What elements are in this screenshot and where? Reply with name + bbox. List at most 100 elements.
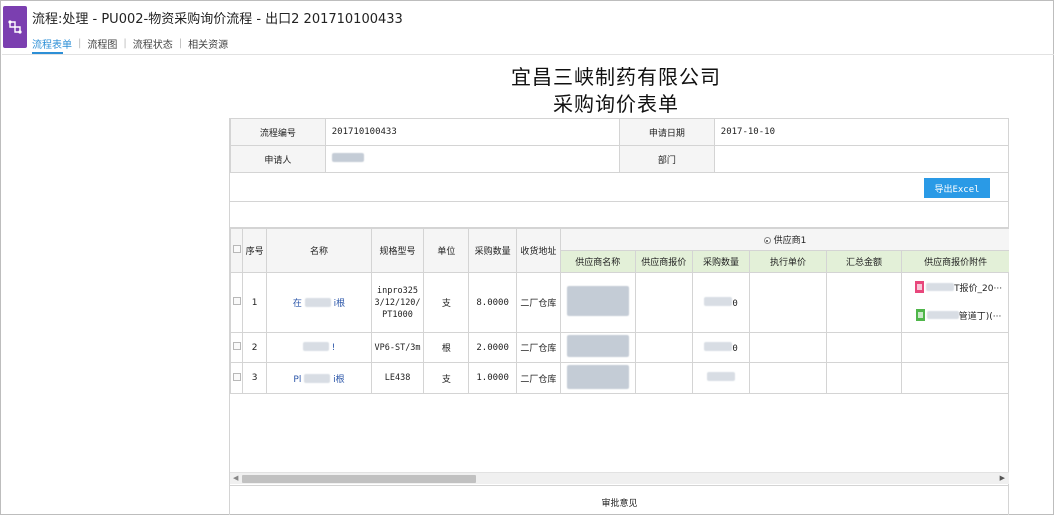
tab-flow-status[interactable]: 流程状态 xyxy=(133,36,173,51)
row-address: 二厂仓库 xyxy=(515,332,562,363)
col-attachment-header: 供应商报价附件 xyxy=(901,250,1009,273)
col-purchase-qty-header: 采购数量 xyxy=(691,250,751,273)
select-all-checkbox[interactable] xyxy=(230,228,244,273)
form-panel: 流程编号 201710100433 申请日期 2017-10-10 申请人 部门… xyxy=(229,118,1010,515)
row-qty: 2.0000 xyxy=(468,332,517,363)
window-title: 流程:处理 - PU002-物资采购询价流程 - 出口2 20171010043… xyxy=(32,12,403,27)
col-supplier-price-header: 供应商报价 xyxy=(634,250,693,273)
row-qty: 1.0000 xyxy=(468,362,517,394)
header-divider xyxy=(2,54,1054,55)
row-total xyxy=(825,332,903,363)
row-purchase-qty: 0 xyxy=(691,272,751,333)
row-spec: VP6-ST/3m xyxy=(370,332,425,363)
row-supplier-name xyxy=(560,272,636,333)
form-title: 采购询价表单 xyxy=(553,92,679,116)
table-row: 2 ! VP6-ST/3m 根 2.0000 二厂仓库 0 xyxy=(230,332,1009,363)
row-name[interactable]: Pl i根 xyxy=(266,362,372,394)
row-total xyxy=(825,272,903,333)
applicant-value xyxy=(324,145,621,173)
row-unit: 根 xyxy=(423,332,470,363)
info-table: 流程编号 201710100433 申请日期 2017-10-10 申请人 部门 xyxy=(230,118,1010,173)
workflow-logo-icon xyxy=(3,6,27,48)
supplier-group-header: 供应商1 xyxy=(560,228,1009,251)
tab-separator: | xyxy=(78,38,82,49)
toolbar-row: 导出Excel xyxy=(230,172,1009,202)
row-checkbox[interactable] xyxy=(230,332,244,363)
tab-separator: | xyxy=(123,38,127,49)
col-supplier-name-header: 供应商名称 xyxy=(560,250,636,273)
col-unit-header: 单位 xyxy=(423,228,470,273)
row-spec: LE438 xyxy=(370,362,425,394)
row-exec-price xyxy=(749,332,827,363)
row-exec-price xyxy=(749,362,827,394)
row-name-prefix: Pl xyxy=(293,374,302,385)
row-attachments xyxy=(901,332,1009,363)
items-grid: 序号 名称 规格型号 单位 采购数量 收货地址 供应商1 供应商名称 供应商报价… xyxy=(230,228,1009,421)
row-seq: 2 xyxy=(242,332,268,363)
row-purchase-qty xyxy=(691,362,751,394)
company-title: 宜昌三峡制药有限公司 xyxy=(511,65,721,89)
row-name-suffix: ! xyxy=(331,343,336,353)
scroll-left-icon[interactable]: ◀ xyxy=(233,474,238,482)
export-excel-button[interactable]: 导出Excel xyxy=(924,178,990,198)
col-spec-header: 规格型号 xyxy=(370,228,425,273)
row-address: 二厂仓库 xyxy=(515,362,562,394)
col-seq-header: 序号 xyxy=(242,228,268,273)
col-address-header: 收货地址 xyxy=(515,228,562,273)
row-seq: 3 xyxy=(242,362,268,394)
row-qty: 8.0000 xyxy=(468,272,517,333)
department-value xyxy=(713,145,1010,173)
supplier-radio-icon[interactable] xyxy=(763,237,771,244)
row-supplier-price xyxy=(634,332,693,363)
row-checkbox[interactable] xyxy=(230,362,244,394)
row-address: 二厂仓库 xyxy=(515,272,562,333)
row-supplier-name xyxy=(560,362,636,394)
row-name[interactable]: 在 i根 xyxy=(266,272,372,333)
attachment-link[interactable]: T报价_20··· xyxy=(908,275,1008,303)
pdf-file-icon xyxy=(915,280,925,293)
department-label: 部门 xyxy=(619,145,715,173)
attachment-link[interactable]: 管道丁)(··· xyxy=(908,303,1008,331)
row-unit: 支 xyxy=(423,362,470,394)
horizontal-scrollbar[interactable]: ◀ ▶ xyxy=(230,472,1009,484)
flow-no-label: 流程编号 xyxy=(230,118,326,146)
nav-tabs: 流程表单 | 流程图 | 流程状态 | 相关资源 xyxy=(32,36,228,51)
review-opinion-header: 审批意见 xyxy=(230,485,1009,515)
window-frame: 流程:处理 - PU002-物资采购询价流程 - 出口2 20171010043… xyxy=(0,0,1054,515)
row-unit: 支 xyxy=(423,272,470,333)
apply-date-label: 申请日期 xyxy=(619,118,715,146)
row-name[interactable]: ! xyxy=(266,332,372,363)
row-attachments: T报价_20··· 管道丁)(··· xyxy=(901,272,1009,333)
tab-related-resources[interactable]: 相关资源 xyxy=(188,36,228,51)
table-row: 3 Pl i根 LE438 支 1.0000 二厂仓库 xyxy=(230,362,1009,394)
row-seq: 1 xyxy=(242,272,268,333)
row-supplier-name xyxy=(560,332,636,363)
col-exec-price-header: 执行单价 xyxy=(749,250,827,273)
row-name-suffix: i根 xyxy=(333,374,345,385)
scrollbar-thumb[interactable] xyxy=(242,475,476,483)
applicant-label: 申请人 xyxy=(230,145,326,173)
row-supplier-price xyxy=(634,272,693,333)
tab-flow-form[interactable]: 流程表单 xyxy=(32,36,72,51)
col-qty-header: 采购数量 xyxy=(468,228,517,273)
supplier-group-label: 供应商1 xyxy=(773,236,807,246)
spacer-row xyxy=(230,202,1009,228)
excel-file-icon xyxy=(915,308,925,321)
row-name-suffix: i根 xyxy=(333,299,346,309)
apply-date-value: 2017-10-10 xyxy=(713,118,1010,146)
col-name-header: 名称 xyxy=(266,228,372,273)
row-purchase-qty: 0 xyxy=(691,332,751,363)
scroll-right-icon[interactable]: ▶ xyxy=(1000,474,1005,482)
flow-no-value: 201710100433 xyxy=(324,118,621,146)
table-row: 1 在 i根 inpro3253/12/120/PT1000 支 8.0000 … xyxy=(230,272,1009,333)
row-name-prefix: 在 xyxy=(292,299,302,309)
tab-separator: | xyxy=(178,38,183,49)
row-attachments xyxy=(901,362,1009,394)
tab-flow-chart[interactable]: 流程图 xyxy=(87,36,117,51)
col-total-header: 汇总金额 xyxy=(825,250,903,273)
row-total xyxy=(825,362,903,394)
row-supplier-price xyxy=(634,362,693,394)
row-spec: inpro3253/12/120/PT1000 xyxy=(370,272,425,333)
row-exec-price xyxy=(749,272,827,333)
row-checkbox[interactable] xyxy=(230,272,244,333)
